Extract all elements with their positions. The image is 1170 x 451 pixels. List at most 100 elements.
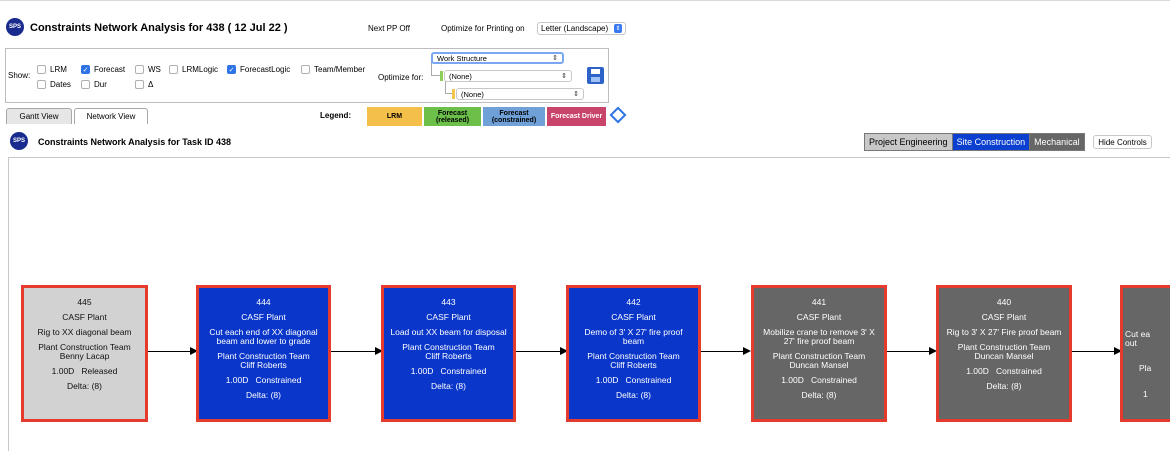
node-duration-status: 1.00D Constrained [411, 367, 487, 376]
node-duration-status: 1.00D Constrained [781, 376, 857, 385]
checkbox-box[interactable] [81, 80, 90, 89]
level-indicator [440, 71, 443, 81]
checkbox-box[interactable] [135, 80, 144, 89]
node-duration: 1.00D [51, 366, 75, 376]
node-description: Rig to XX diagonal beam [37, 327, 132, 337]
dependency-edge [331, 351, 381, 352]
optimize-for-label: Optimize for: [378, 73, 424, 82]
node-duration-status: 1.00D Constrained [596, 376, 672, 385]
select-value: (None) [461, 89, 484, 99]
checkbox-dates[interactable]: Dates [37, 80, 71, 89]
optimize-printing-value: Letter (Landscape) [541, 24, 609, 33]
node-duration-status: 1.00D Released [52, 367, 118, 376]
checkbox-label: Δ [148, 80, 154, 89]
arrowhead-icon [743, 347, 751, 355]
save-icon[interactable] [587, 67, 604, 84]
node-duration-status: 1.00D Constrained [226, 376, 302, 385]
node-member: Cliff Roberts [425, 351, 472, 361]
node-description: Rig to 3' X 27' Fire proof beam [946, 327, 1062, 337]
dependency-edge [1072, 351, 1120, 352]
checkmark-icon[interactable]: ✓ [81, 65, 90, 74]
optimize-select-level-3[interactable]: (None) ⇕ [456, 88, 584, 100]
optimize-printing-label: Optimize for Printing on [441, 24, 525, 33]
node-description: Cut ea out [1125, 329, 1151, 348]
node-member: Cliff Roberts [240, 360, 287, 370]
task-node-440[interactable]: 440 CASF Plant Rig to 3' X 27' Fire proo… [936, 285, 1072, 422]
next-pp-toggle[interactable]: Next PP Off [368, 24, 410, 33]
optimize-select-level-2[interactable]: (None) ⇕ [444, 70, 572, 82]
node-id: 440 [996, 297, 1012, 307]
diamond-icon[interactable] [609, 106, 627, 124]
legend-forecast-driver: Forecast Driver [547, 107, 606, 126]
node-duration: 1.00D [410, 366, 434, 376]
optimize-printing-select[interactable]: Letter (Landscape) ⇕ [537, 22, 626, 35]
node-description: Load out XX beam for disposal [390, 327, 507, 337]
node-description: Cut each end of XX diagonal beam and low… [209, 327, 318, 346]
checkbox-label: Forecast [94, 65, 126, 74]
hide-controls-button[interactable]: Hide Controls [1093, 135, 1152, 149]
task-node-443[interactable]: 443 CASF Plant Load out XX beam for disp… [381, 285, 516, 422]
node-id: 445 [77, 297, 92, 307]
select-value: Work Structure [437, 53, 487, 63]
checkbox-box[interactable] [37, 65, 46, 74]
task-node-444[interactable]: 444 CASF Plant Cut each end of XX diagon… [196, 285, 331, 422]
network-canvas[interactable]: 445 CASF Plant Rig to XX diagonal beam P… [8, 157, 1170, 451]
checkbox-forecastlogic[interactable]: ✓ ForecastLogic [227, 65, 290, 74]
task-node-partial[interactable]: Cut ea out Pla 1 [1120, 285, 1170, 422]
node-id: 444 [256, 297, 271, 307]
checkbox-box[interactable] [135, 65, 144, 74]
task-node-445[interactable]: 445 CASF Plant Rig to XX diagonal beam P… [21, 285, 148, 422]
checkbox-lrm[interactable]: LRM [37, 65, 67, 74]
node-team: Pla [1139, 363, 1152, 373]
department-filter: Project Engineering Site Construction Me… [864, 133, 1085, 151]
node-member: Benny Lacap [59, 351, 110, 361]
node-duration: 1.00D [966, 366, 989, 376]
checkbox-box[interactable] [169, 65, 178, 74]
checkbox-label: Dates [50, 80, 71, 89]
node-status: Constrained [810, 375, 857, 385]
checkbox-label: LRMLogic [182, 65, 219, 74]
checkbox-box[interactable] [301, 65, 310, 74]
node-plant: CASF Plant [62, 312, 107, 322]
dept-mechanical[interactable]: Mechanical [1030, 134, 1084, 150]
node-delta: Delta: (8) [616, 390, 651, 400]
task-node-442[interactable]: 442 CASF Plant Demo of 3' X 27' fire pro… [566, 285, 701, 422]
top-border [0, 0, 1170, 1]
checkbox-delta[interactable]: Δ [135, 80, 153, 89]
tab-gantt-view[interactable]: Gantt View [6, 108, 72, 124]
checkbox-ws[interactable]: WS [135, 65, 161, 74]
node-status: Constrained [995, 366, 1042, 376]
page-title: Constraints Network Analysis for 438 ( 1… [30, 22, 288, 34]
chevron-updown-icon: ⇕ [552, 55, 558, 62]
chevron-updown-icon: ⇕ [614, 24, 622, 33]
node-duration: 1 [1143, 389, 1148, 399]
dept-project-engineering[interactable]: Project Engineering [865, 134, 952, 150]
select-value: (None) [449, 71, 472, 81]
node-duration-status: 1.00D Constrained [966, 367, 1042, 376]
checkbox-label: ForecastLogic [240, 65, 291, 74]
tab-network-view[interactable]: Network View [74, 108, 148, 124]
checkbox-box[interactable] [37, 80, 46, 89]
checkbox-dur[interactable]: Dur [81, 80, 107, 89]
dependency-edge [887, 351, 935, 352]
checkbox-lrmlogic[interactable]: LRMLogic [169, 65, 218, 74]
node-delta: Delta: (8) [986, 381, 1022, 391]
node-plant: CASF Plant [981, 312, 1027, 322]
checkbox-label: Dur [94, 80, 107, 89]
node-description: Demo of 3' X 27' fire proof beam [584, 327, 683, 346]
checkbox-team-member[interactable]: Team/Member [301, 65, 365, 74]
node-delta: Delta: (8) [431, 381, 466, 391]
level-indicator [452, 89, 455, 99]
checkbox-label: Team/Member [314, 65, 366, 74]
node-description: Mobilize crane to remove 3' X 27' fire p… [763, 327, 875, 346]
task-node-441[interactable]: 441 CASF Plant Mobilize crane to remove … [751, 285, 887, 422]
sps-logo-icon: SPS [6, 18, 24, 36]
node-member: Duncan Mansel [789, 360, 849, 370]
tree-connector [445, 93, 452, 94]
checkmark-icon[interactable]: ✓ [227, 65, 236, 74]
dept-site-construction[interactable]: Site Construction [951, 134, 1031, 150]
node-id: 441 [811, 297, 827, 307]
node-delta: Delta: (8) [67, 381, 102, 391]
work-structure-select[interactable]: Work Structure ⇕ [431, 52, 564, 64]
checkbox-forecast[interactable]: ✓ Forecast [81, 65, 125, 74]
